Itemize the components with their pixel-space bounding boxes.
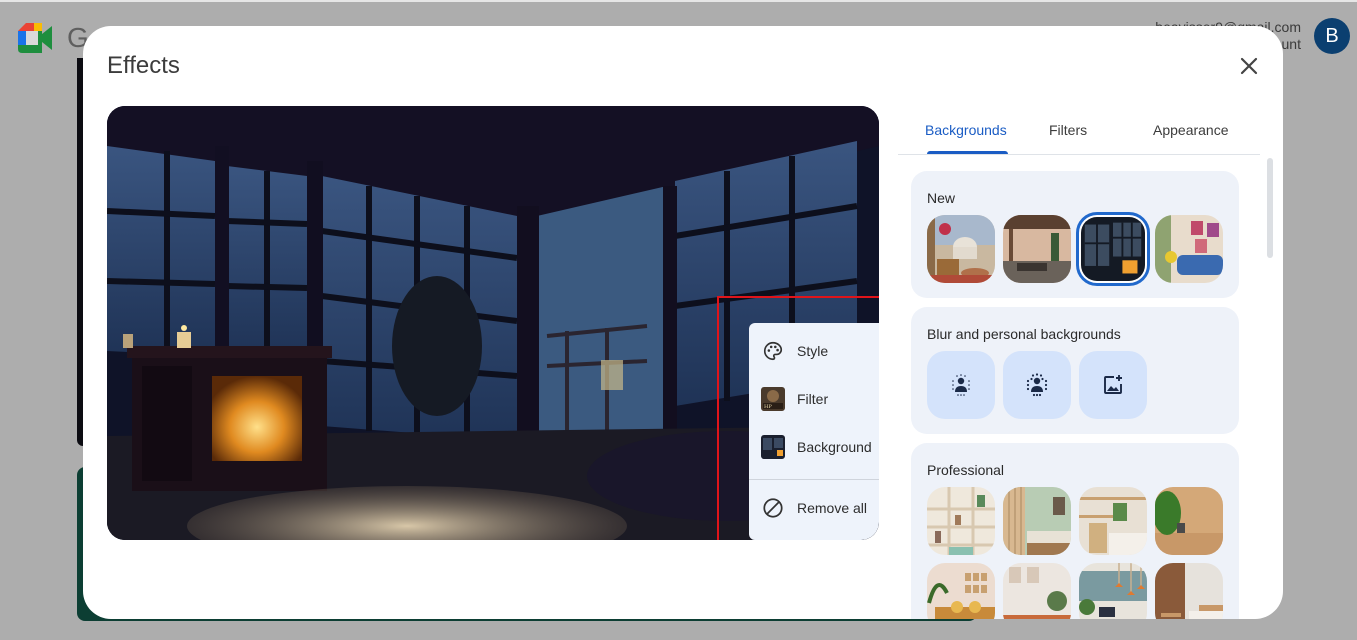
blur-button[interactable] bbox=[1003, 351, 1071, 419]
menu-divider bbox=[749, 479, 879, 480]
block-icon bbox=[761, 496, 785, 520]
google-meet-logo-icon bbox=[18, 23, 52, 53]
tab-filters[interactable]: Filters bbox=[1049, 122, 1087, 138]
blur-light-icon bbox=[952, 374, 970, 396]
background-thumb-shelves-bed[interactable] bbox=[1079, 487, 1147, 555]
menu-item-style[interactable]: Style bbox=[749, 327, 879, 375]
filter-thumbnail-icon: HP bbox=[761, 387, 785, 411]
top-edge bbox=[0, 0, 1357, 2]
background-thumb-bookshelf[interactable] bbox=[927, 487, 995, 555]
camera-preview: Style HP Filter Background Remove all bbox=[107, 106, 879, 540]
add-photo-icon bbox=[1104, 375, 1122, 394]
section-new: New bbox=[911, 171, 1239, 298]
applied-effects-menu: Style HP Filter Background Remove all bbox=[749, 323, 879, 540]
section-title: Professional bbox=[927, 462, 1005, 478]
tab-backgrounds[interactable]: Backgrounds bbox=[925, 122, 1007, 138]
background-thumb-beige-sofa[interactable] bbox=[927, 563, 995, 619]
slight-blur-button[interactable] bbox=[927, 351, 995, 419]
active-tab-indicator bbox=[927, 151, 1008, 154]
background-thumbnail-icon bbox=[761, 435, 785, 459]
background-thumb-wood-panel[interactable] bbox=[1155, 487, 1223, 555]
section-title: Blur and personal backgrounds bbox=[927, 326, 1121, 342]
blur-strong-icon bbox=[1026, 373, 1048, 397]
background-thumb-cabin-selected[interactable] bbox=[1076, 212, 1150, 286]
effects-dialog: Effects Style HP Filter Background Remov… bbox=[83, 26, 1283, 619]
effects-tabs: Backgrounds Filters Appearance bbox=[898, 106, 1260, 155]
tab-appearance[interactable]: Appearance bbox=[1153, 122, 1229, 138]
dialog-title: Effects bbox=[107, 52, 180, 79]
close-button[interactable] bbox=[1231, 52, 1267, 80]
menu-item-label: Background bbox=[797, 439, 872, 455]
scrollbar-thumb[interactable] bbox=[1267, 158, 1273, 258]
menu-item-label: Remove all bbox=[797, 500, 868, 516]
section-title: New bbox=[927, 190, 956, 206]
section-blur-personal: Blur and personal backgrounds bbox=[911, 307, 1239, 434]
background-thumb-desk-art[interactable] bbox=[1003, 563, 1071, 619]
add-background-button[interactable] bbox=[1079, 351, 1147, 419]
background-thumb-pendant-office[interactable] bbox=[1079, 563, 1147, 619]
menu-item-label: Filter bbox=[797, 391, 829, 407]
svg-text:HP: HP bbox=[764, 404, 772, 410]
menu-item-label: Style bbox=[797, 343, 829, 359]
avatar[interactable]: B bbox=[1314, 18, 1350, 54]
background-thumb-colorful-room[interactable] bbox=[1155, 215, 1223, 283]
background-thumb-pergola[interactable] bbox=[1003, 215, 1071, 283]
close-icon bbox=[1240, 57, 1258, 75]
remove-all-button[interactable]: Remove all bbox=[749, 484, 879, 532]
palette-icon bbox=[761, 339, 785, 363]
background-thumb-taj-mahal[interactable] bbox=[927, 215, 995, 283]
menu-item-filter[interactable]: HP Filter bbox=[749, 375, 879, 423]
section-professional: Professional bbox=[911, 443, 1239, 619]
background-thumb-brick-cafe[interactable] bbox=[1155, 563, 1223, 619]
background-thumb-green-bedroom[interactable] bbox=[1003, 487, 1071, 555]
menu-item-background[interactable]: Background bbox=[749, 423, 879, 471]
